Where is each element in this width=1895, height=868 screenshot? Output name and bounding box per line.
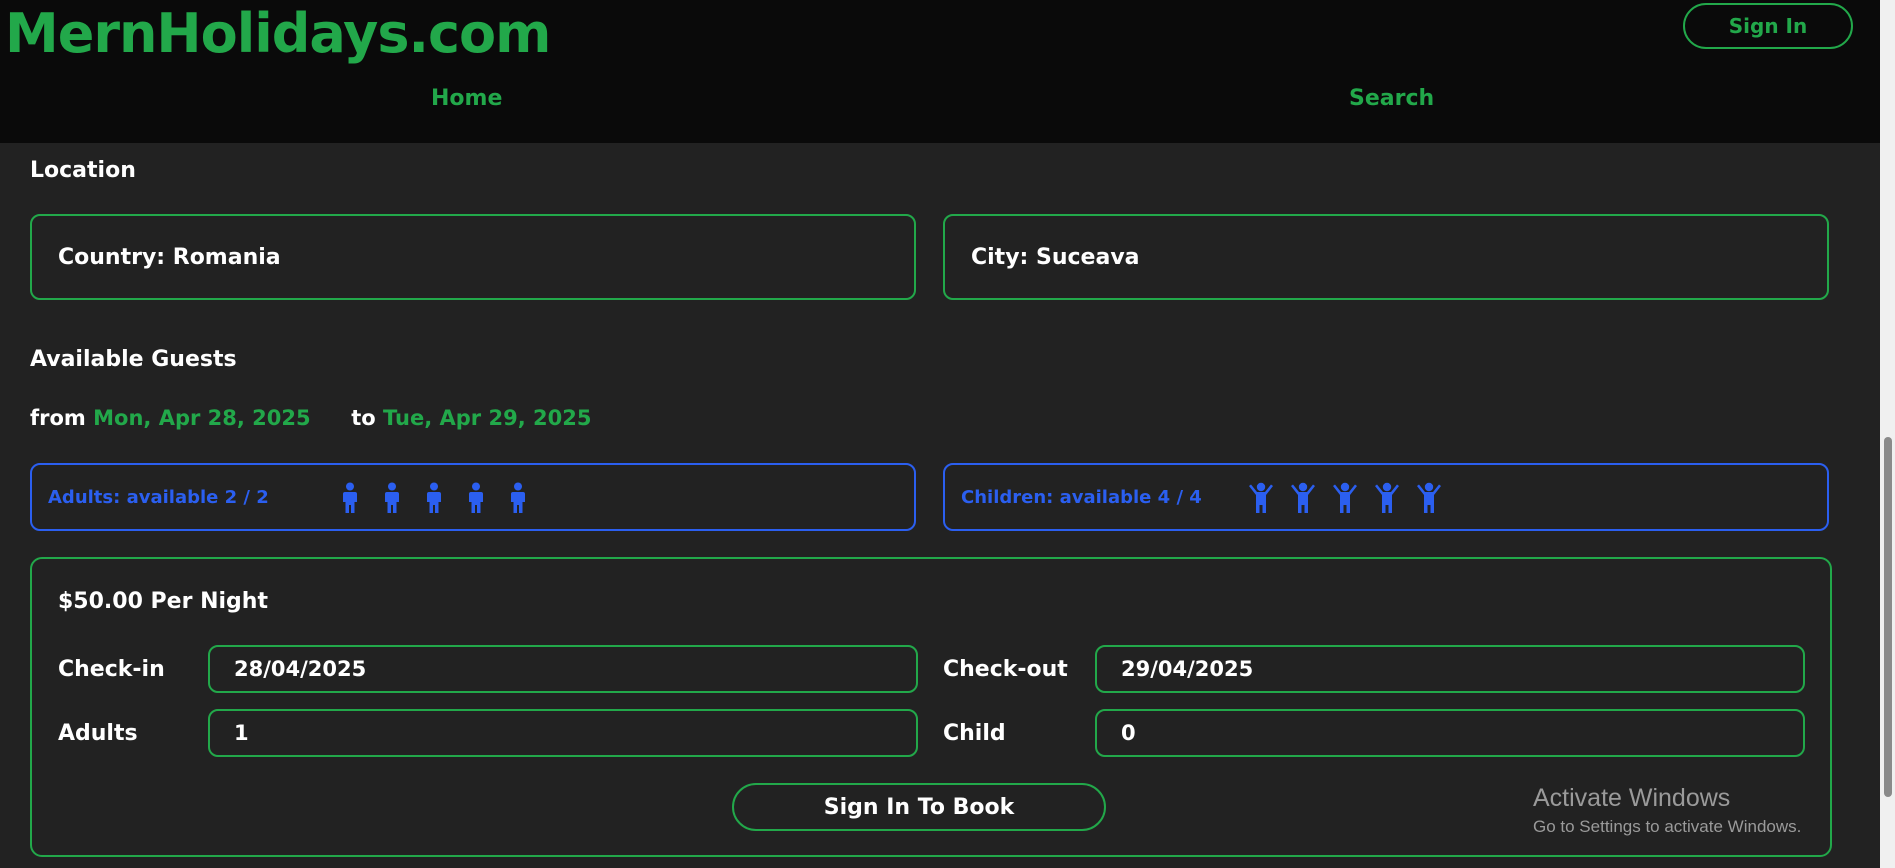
person-icon bbox=[420, 482, 448, 514]
adults-availability-box: Adults: available 2 / 2 bbox=[30, 463, 916, 531]
checkin-input[interactable] bbox=[208, 645, 918, 693]
country-box: Country: Romania bbox=[30, 214, 916, 300]
location-heading: Location bbox=[30, 158, 136, 183]
city-box: City: Suceava bbox=[943, 214, 1829, 300]
child-icon bbox=[1415, 482, 1443, 514]
sign-in-to-book-button[interactable]: Sign In To Book bbox=[732, 783, 1106, 831]
from-date: Mon, Apr 28, 2025 bbox=[93, 406, 311, 430]
person-icon bbox=[462, 482, 490, 514]
checkout-input[interactable] bbox=[1095, 645, 1805, 693]
person-icon bbox=[378, 482, 406, 514]
checkin-label: Check-in bbox=[58, 657, 165, 682]
person-icon bbox=[504, 482, 532, 514]
nav-search-link[interactable]: Search bbox=[1349, 86, 1434, 111]
child-icon bbox=[1373, 482, 1401, 514]
child-input[interactable] bbox=[1095, 709, 1805, 757]
adults-input[interactable] bbox=[208, 709, 918, 757]
scrollbar-thumb[interactable] bbox=[1884, 437, 1892, 797]
child-label: Child bbox=[943, 721, 1006, 746]
children-availability-box: Children: available 4 / 4 bbox=[943, 463, 1829, 531]
adults-availability-text: Adults: available 2 / 2 bbox=[48, 486, 269, 508]
children-availability-text: Children: available 4 / 4 bbox=[961, 486, 1202, 508]
to-date: Tue, Apr 29, 2025 bbox=[383, 406, 592, 430]
activate-windows-watermark: Activate Windows Go to Settings to activ… bbox=[1533, 784, 1801, 837]
site-logo[interactable]: MernHolidays.com bbox=[5, 2, 551, 65]
person-icon bbox=[336, 482, 364, 514]
nav-home-link[interactable]: Home bbox=[431, 86, 502, 111]
watermark-title: Activate Windows bbox=[1533, 784, 1731, 812]
from-label: from bbox=[30, 406, 86, 430]
child-icon bbox=[1247, 482, 1275, 514]
adult-icons-row bbox=[336, 482, 532, 514]
country-text: Country: Romania bbox=[58, 244, 281, 270]
available-guests-heading: Available Guests bbox=[30, 347, 237, 372]
price-per-night: $50.00 Per Night bbox=[58, 589, 268, 614]
watermark-subtitle: Go to Settings to activate Windows. bbox=[1533, 817, 1802, 836]
child-icons-row bbox=[1247, 482, 1443, 514]
city-text: City: Suceava bbox=[971, 244, 1140, 270]
child-icon bbox=[1289, 482, 1317, 514]
checkout-label: Check-out bbox=[943, 657, 1068, 682]
child-icon bbox=[1331, 482, 1359, 514]
adults-label: Adults bbox=[58, 721, 138, 746]
sign-in-button[interactable]: Sign In bbox=[1683, 3, 1853, 49]
to-label: to bbox=[351, 406, 376, 430]
site-header: MernHolidays.com Sign In Home Search bbox=[0, 0, 1880, 143]
date-range: from Mon, Apr 28, 2025 to Tue, Apr 29, 2… bbox=[30, 406, 591, 430]
